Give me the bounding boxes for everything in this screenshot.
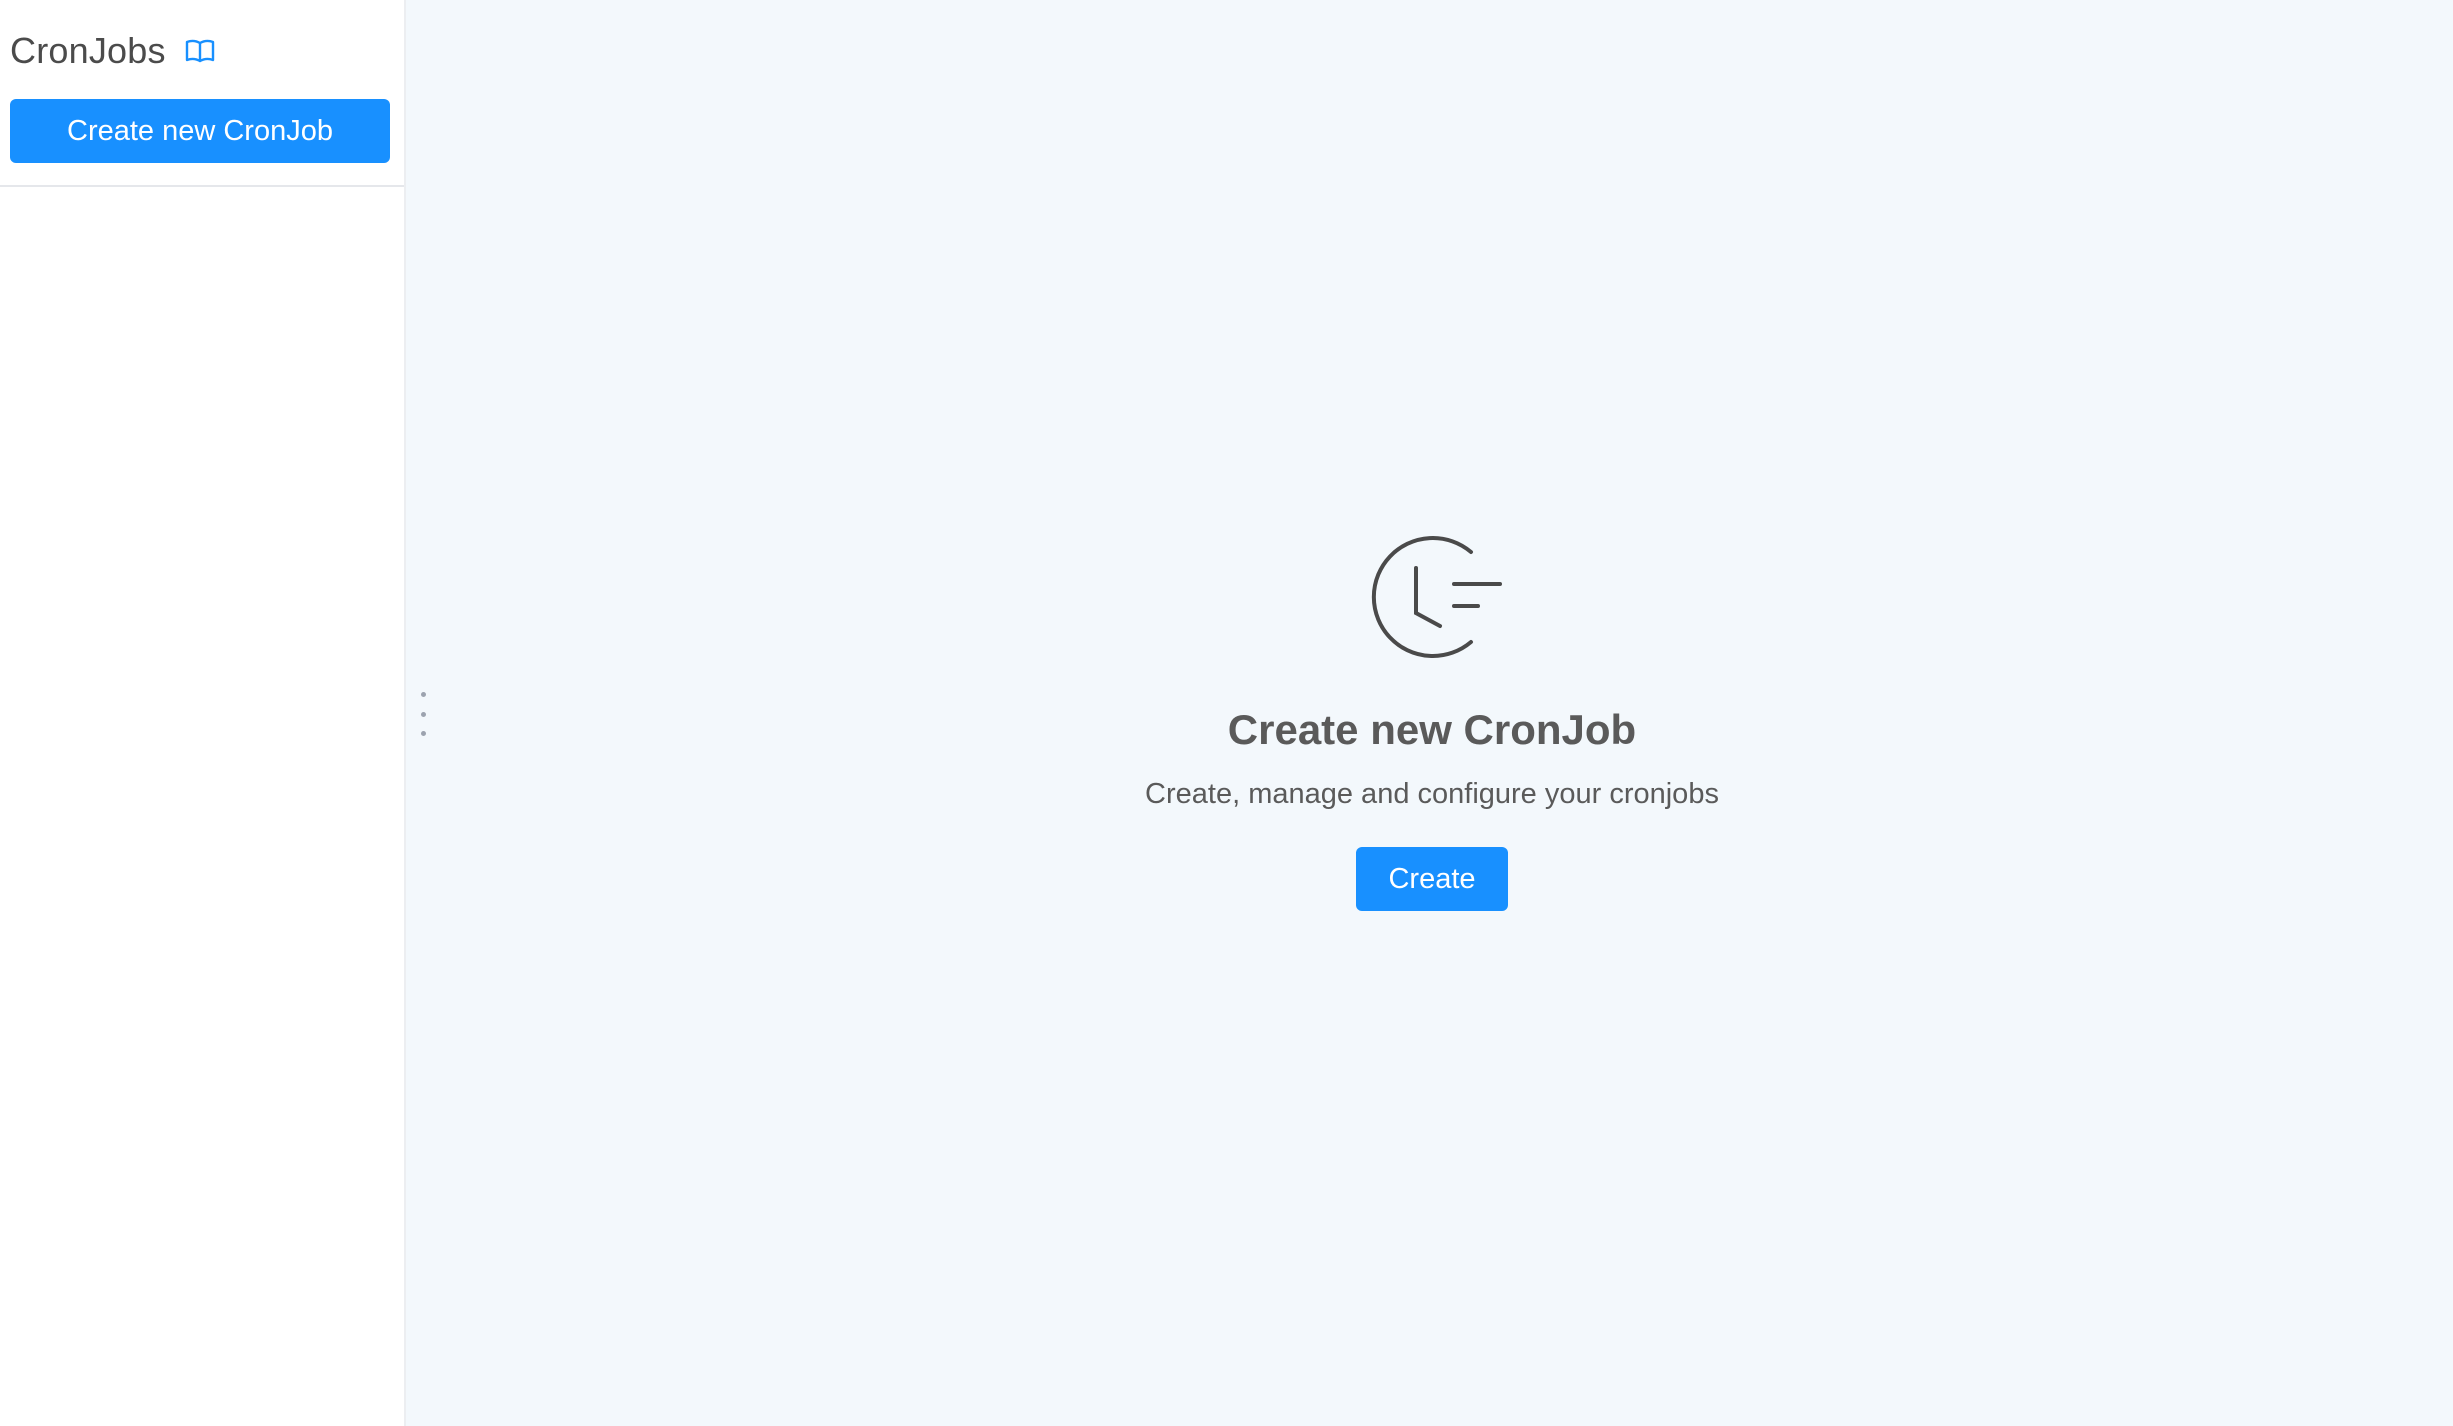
- empty-state: Create new CronJob Create, manage and co…: [1032, 532, 1832, 911]
- resize-dot: [420, 731, 426, 736]
- create-new-cronjob-button[interactable]: Create new CronJob: [10, 99, 390, 163]
- cronjobs-app: CronJobs Create new CronJob Create new C…: [0, 0, 2453, 1426]
- empty-state-title: Create new CronJob: [1227, 706, 1637, 753]
- book-open-icon[interactable]: [184, 35, 216, 67]
- sidebar-title-row: CronJobs: [10, 26, 216, 76]
- sidebar-title: CronJobs: [10, 30, 166, 71]
- resize-dot: [420, 711, 426, 717]
- sidebar-resize-handle[interactable]: [413, 692, 433, 736]
- resize-dot: [420, 692, 426, 697]
- empty-state-subtitle: Create, manage and configure your cronjo…: [1145, 778, 1719, 810]
- sidebar-header: CronJobs Create new CronJob: [0, 0, 404, 187]
- create-button[interactable]: Create: [1356, 847, 1508, 911]
- clock-schedule-icon: [1356, 532, 1508, 664]
- sidebar: CronJobs Create new CronJob: [0, 0, 406, 1426]
